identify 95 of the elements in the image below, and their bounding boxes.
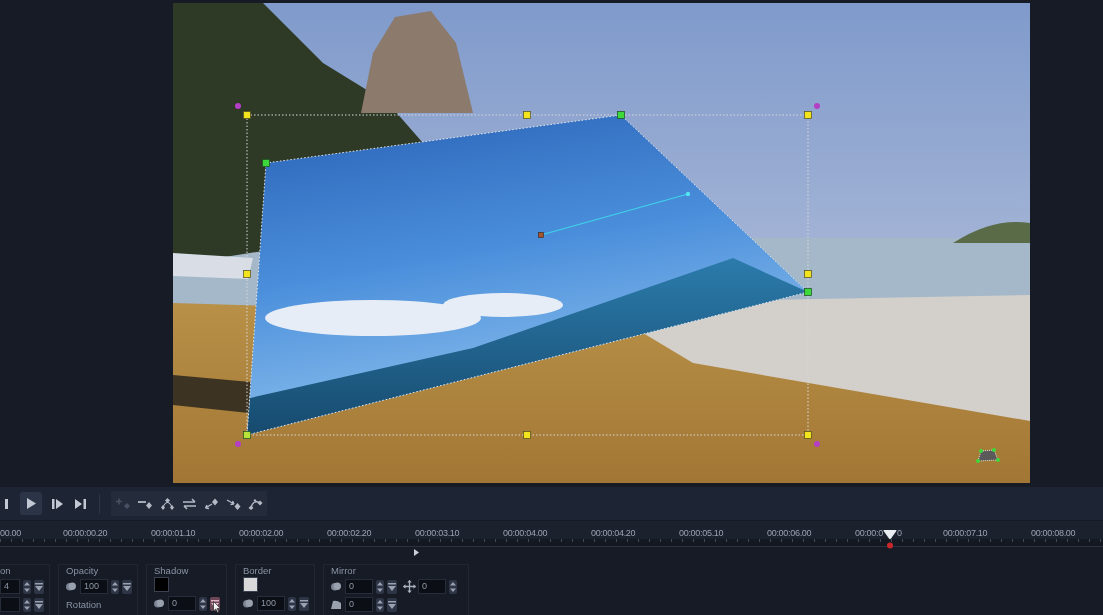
- rotate-handle[interactable]: [235, 441, 241, 447]
- path-end-handle[interactable]: [685, 191, 691, 197]
- up-down-arrows-icon: [24, 581, 30, 592]
- reset-button[interactable]: [34, 597, 44, 612]
- color-swatch-icon[interactable]: [154, 577, 169, 592]
- bar-arrow-down-icon: [300, 599, 308, 608]
- diamond-arrow-icon: [203, 497, 219, 510]
- spin-button[interactable]: [376, 579, 384, 594]
- corner-handle[interactable]: [617, 111, 625, 119]
- resize-handle[interactable]: [523, 111, 531, 119]
- spin-button[interactable]: [23, 597, 31, 612]
- corner-handle[interactable]: [804, 288, 812, 296]
- slant-shape-icon: [331, 600, 341, 609]
- spin-button[interactable]: [288, 596, 296, 611]
- diamond-arc-icon: [159, 497, 175, 510]
- timeline-ruler[interactable]: 00.00 00:00:00.20 00:00:01.10 00:00:02.00 00:00:02.20 00:00:03.10 00:00:04.00 00:00:04.20 00:00:05.10 00:00:06.00 00:00:0 0 00:00:07.10 00:00:08.00: [0, 520, 1103, 547]
- time-label: 00:00:02.00: [239, 528, 284, 539]
- reset-button[interactable]: [387, 597, 397, 612]
- time-label: 00:00:01.10: [151, 528, 196, 539]
- resize-handle[interactable]: [804, 270, 812, 278]
- up-down-arrows-icon: [24, 599, 30, 610]
- keyframe-marker-icon[interactable]: [414, 549, 419, 556]
- rotate-handle[interactable]: [814, 441, 820, 447]
- corner-handle[interactable]: [262, 159, 270, 167]
- bar-arrow-down-icon: [388, 600, 396, 609]
- resize-handle[interactable]: [523, 431, 531, 439]
- time-label: 00:00:06.00: [767, 528, 812, 539]
- time-label: 00:00:08.00: [1031, 528, 1076, 539]
- time-label: 00:00:03.10: [415, 528, 460, 539]
- bar-arrow-down-icon: [123, 582, 131, 591]
- blob-icon: [154, 599, 164, 608]
- spin-button[interactable]: [23, 579, 31, 594]
- group-label: Border: [243, 565, 272, 577]
- time-label: 00:00:0: [855, 528, 883, 539]
- play-button[interactable]: [20, 492, 42, 515]
- color-swatch-icon[interactable]: [243, 577, 258, 592]
- number-field[interactable]: 0: [345, 579, 373, 594]
- up-down-arrows-icon: [112, 581, 118, 592]
- bar-arrow-down-icon: [388, 582, 396, 591]
- number-field[interactable]: 0: [168, 596, 196, 611]
- spin-button[interactable]: [449, 579, 457, 594]
- resize-handle[interactable]: [804, 431, 812, 439]
- time-label: 00:00:05.10: [679, 528, 724, 539]
- time-label: 00:00:02.20: [327, 528, 372, 539]
- arrow-diamond-icon: [225, 497, 241, 510]
- time-label: 00:00:07.10: [943, 528, 988, 539]
- blob-icon: [331, 582, 341, 591]
- corner-handle[interactable]: [243, 431, 251, 439]
- number-field[interactable]: [0, 597, 20, 612]
- bar-arrow-down-icon: [35, 582, 43, 591]
- up-down-arrows-icon: [377, 581, 383, 592]
- play-icon: [26, 498, 36, 509]
- swap-arrows-icon: [181, 497, 197, 510]
- reset-button[interactable]: [122, 579, 132, 594]
- step-forward-icon: [51, 498, 63, 509]
- group-label: Opacity: [66, 565, 99, 577]
- curve-diamonds-icon: [247, 497, 263, 510]
- time-label: 00:00:00.20: [63, 528, 108, 539]
- group-label: Rotation: [66, 599, 102, 611]
- number-field[interactable]: 100: [80, 579, 108, 594]
- time-label: 00:00:04.20: [591, 528, 636, 539]
- skip-to-end-icon: [74, 498, 86, 509]
- spin-button[interactable]: [111, 579, 119, 594]
- time-label: 00.00: [0, 528, 22, 539]
- blob-icon: [243, 599, 253, 608]
- blob-icon: [66, 582, 76, 591]
- number-field[interactable]: 0: [345, 597, 373, 612]
- group-label: Mirror: [331, 565, 356, 577]
- number-field[interactable]: 4: [0, 579, 20, 594]
- group-label: on: [0, 565, 11, 577]
- number-field[interactable]: 0: [418, 579, 446, 594]
- spin-button[interactable]: [376, 597, 384, 612]
- reset-button[interactable]: [34, 579, 44, 594]
- playhead-marker[interactable]: [882, 530, 897, 549]
- resize-handle[interactable]: [804, 111, 812, 119]
- resize-handle[interactable]: [243, 270, 251, 278]
- reset-button[interactable]: [299, 596, 309, 611]
- resize-handle[interactable]: [243, 111, 251, 119]
- spin-button[interactable]: [199, 596, 207, 611]
- plus-diamond-icon: [115, 497, 131, 510]
- up-down-arrows-icon: [200, 598, 206, 609]
- number-field[interactable]: 100: [257, 596, 285, 611]
- time-label: 00:00:04.00: [503, 528, 548, 539]
- reset-button[interactable]: [387, 579, 397, 594]
- rotate-handle[interactable]: [235, 103, 241, 109]
- time-label: 0: [896, 528, 902, 539]
- trapezoid-icon: [976, 448, 1000, 463]
- bar-arrow-down-icon: [35, 600, 43, 609]
- bar-icon: [5, 498, 8, 509]
- rotate-handle[interactable]: [814, 103, 820, 109]
- up-down-arrows-icon: [377, 599, 383, 610]
- move-icon: [403, 580, 416, 593]
- up-down-arrows-icon: [289, 598, 295, 609]
- group-label: Shadow: [154, 565, 189, 577]
- up-down-arrows-icon: [450, 581, 456, 592]
